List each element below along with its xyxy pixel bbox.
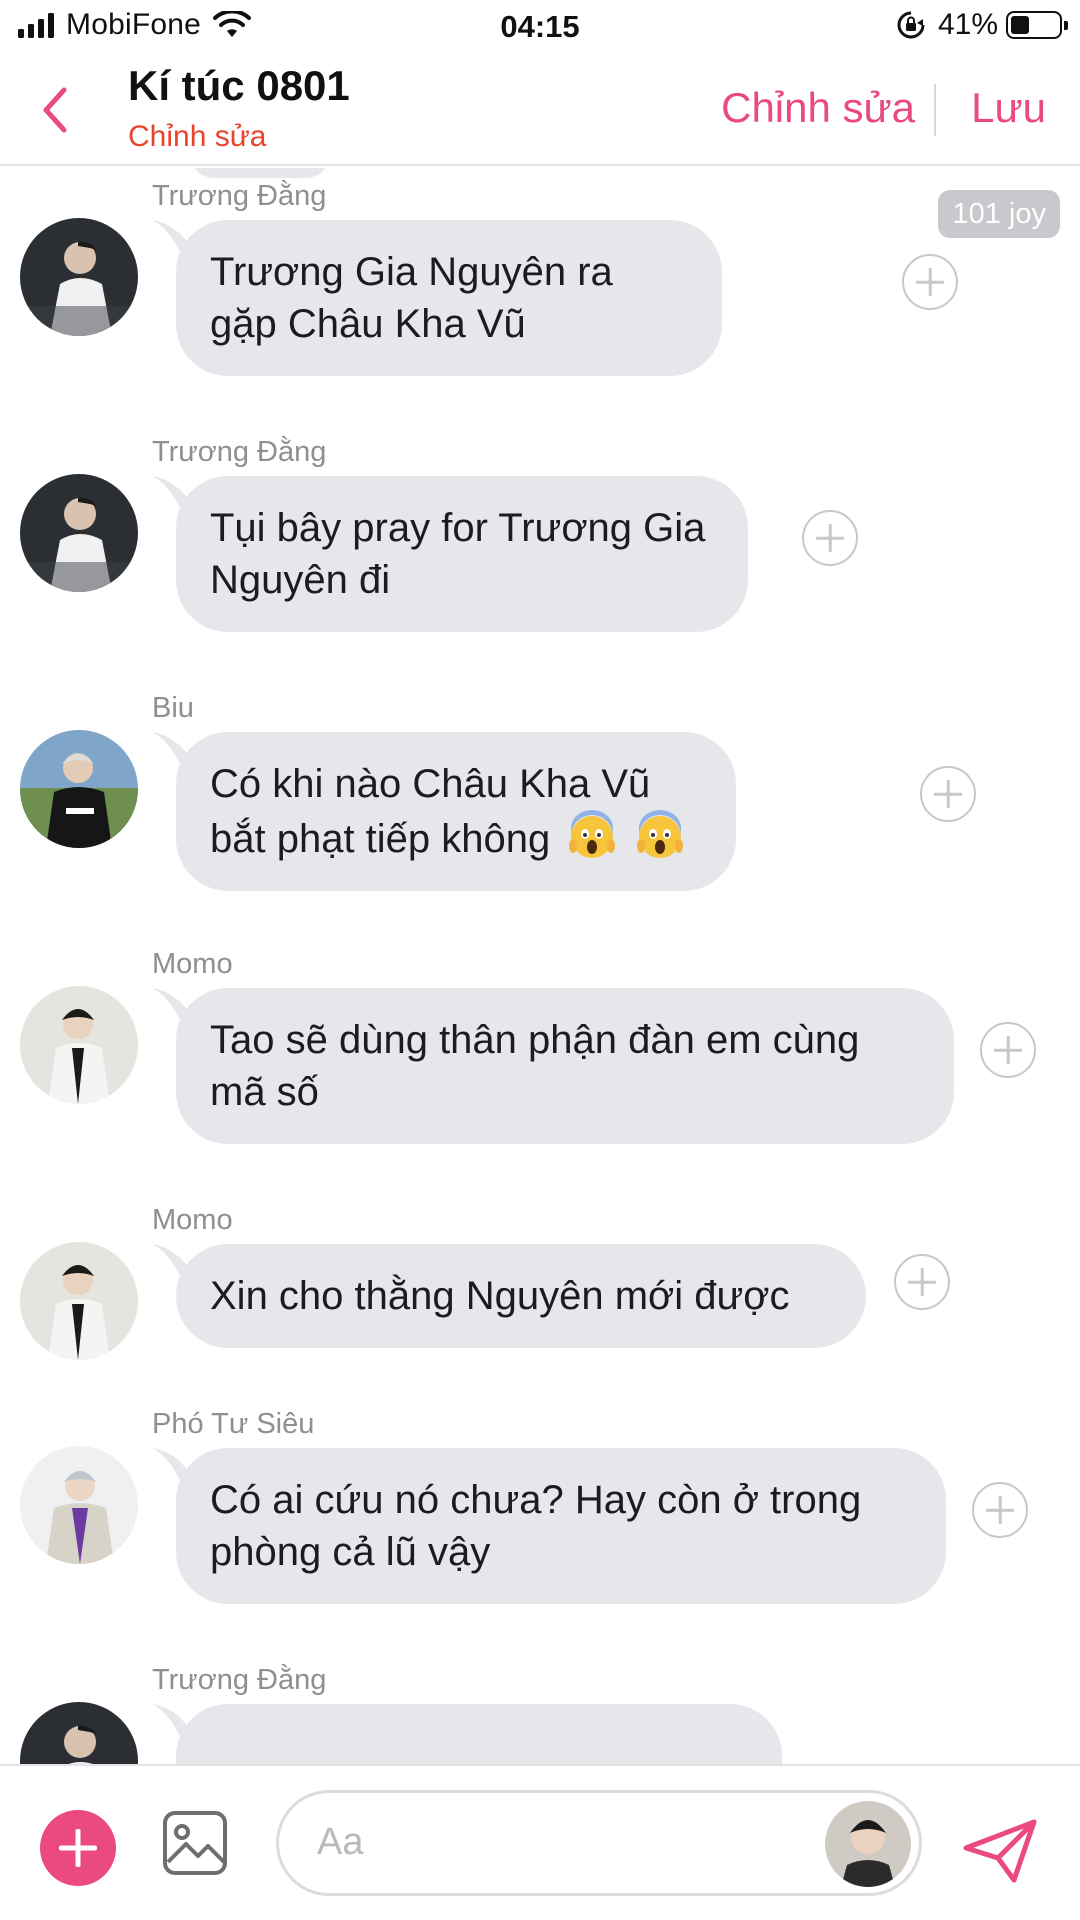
- sender-name: Momo: [152, 948, 233, 980]
- battery-percent: 41%: [937, 8, 998, 41]
- save-button[interactable]: Lưu: [971, 84, 1046, 132]
- message-bubble[interactable]: Trương Gia Nguyên ra gặp Châu Kha Vũ: [176, 220, 722, 376]
- rotation-lock-icon: [897, 11, 925, 39]
- add-reaction-button[interactable]: [902, 254, 958, 310]
- chat-subtitle[interactable]: Chỉnh sửa: [128, 120, 267, 154]
- nav-divider: [934, 84, 936, 136]
- sender-name: Trương Đằng: [152, 436, 327, 468]
- face-screaming-in-fear-icon: [569, 810, 616, 858]
- add-reaction-button[interactable]: [972, 1482, 1028, 1538]
- message-input[interactable]: Aa: [276, 1790, 922, 1896]
- battery-icon: [1006, 11, 1068, 39]
- composer-bar: Aa: [0, 1764, 1080, 1920]
- message-bubble[interactable]: Xin cho thằng Nguyên mới được: [176, 1244, 866, 1348]
- chat-title: Kí túc 0801: [128, 62, 350, 109]
- joy-counter-badge: 101 joy: [938, 190, 1060, 238]
- message-bubble[interactable]: Có khi nào Châu Kha Vũ bắt phạt tiếp khô…: [176, 732, 736, 891]
- avatar[interactable]: [20, 1702, 138, 1764]
- sender-name: Phó Tư Siêu: [152, 1408, 315, 1440]
- avatar[interactable]: [20, 474, 138, 592]
- message-bubble[interactable]: [176, 1704, 782, 1764]
- message-bubble[interactable]: Tụi bây pray for Trương Gia Nguyên đi: [176, 476, 748, 632]
- message-bubble[interactable]: Tao sẽ dùng thân phận đàn em cùng mã số: [176, 988, 954, 1144]
- previous-message-bubble: [190, 168, 330, 178]
- sender-name: Trương Đằng: [152, 180, 327, 212]
- avatar[interactable]: [20, 218, 138, 336]
- add-attachment-button[interactable]: [40, 1810, 116, 1886]
- avatar[interactable]: [20, 986, 138, 1104]
- sender-name: Momo: [152, 1204, 233, 1236]
- avatar[interactable]: [20, 1242, 138, 1360]
- navigation-bar: Kí túc 0801 Chỉnh sửa Chỉnh sửa Lưu: [0, 56, 1080, 166]
- send-icon[interactable]: [962, 1818, 1038, 1884]
- edit-button[interactable]: Chỉnh sửa: [721, 84, 915, 132]
- message-bubble[interactable]: Có ai cứu nó chưa? Hay còn ở trong phòng…: [176, 1448, 946, 1604]
- back-chevron-icon[interactable]: [30, 80, 80, 140]
- add-reaction-button[interactable]: [802, 510, 858, 566]
- face-screaming-in-fear-icon: [636, 810, 683, 858]
- add-reaction-button[interactable]: [894, 1254, 950, 1310]
- avatar[interactable]: [20, 730, 138, 848]
- chat-list[interactable]: 101 joy Trương Đằng Trương Gia Nguyên ra…: [0, 168, 1080, 1764]
- sender-name: Biu: [152, 692, 194, 724]
- message-input-placeholder: Aa: [317, 1821, 364, 1863]
- add-reaction-button[interactable]: [920, 766, 976, 822]
- add-reaction-button[interactable]: [980, 1022, 1036, 1078]
- avatar[interactable]: [20, 1446, 138, 1564]
- persona-avatar[interactable]: [825, 1801, 911, 1887]
- sender-name: Trương Đằng: [152, 1664, 327, 1696]
- image-picker-icon[interactable]: [162, 1810, 228, 1876]
- status-bar: MobiFone 04:15 41%: [0, 0, 1080, 56]
